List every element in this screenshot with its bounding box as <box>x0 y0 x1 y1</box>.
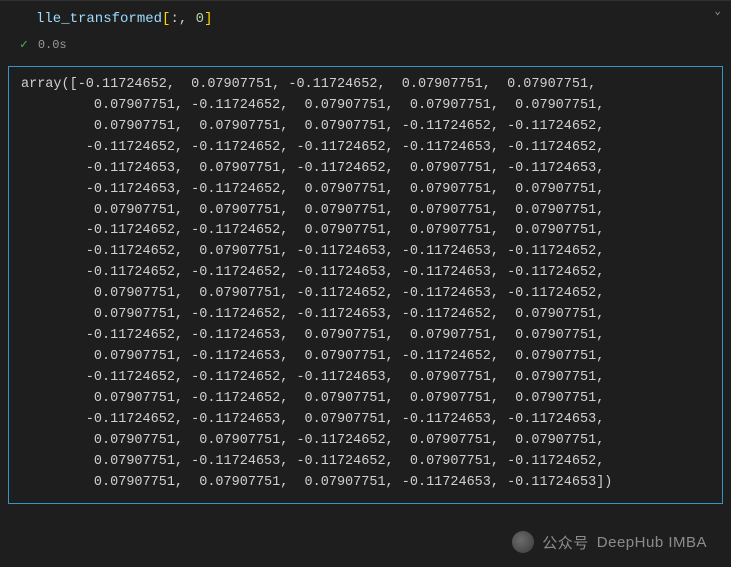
watermark: 公众号 DeepHub IMBA <box>512 531 707 553</box>
slice-colon: : <box>170 11 178 27</box>
code-input[interactable]: lle_transformed[:, 0] <box>0 5 731 33</box>
execution-status: ✓ 0.0s <box>0 33 731 58</box>
execution-time: 0.0s <box>38 38 67 52</box>
wechat-icon <box>512 531 534 553</box>
watermark-name: DeepHub IMBA <box>597 534 707 551</box>
check-icon: ✓ <box>20 37 28 52</box>
column-index: 0 <box>196 11 204 27</box>
collapse-handle-icon[interactable]: ⌄ <box>714 4 721 18</box>
code-variable: lle_transformed <box>36 11 162 27</box>
close-bracket: ] <box>204 11 212 27</box>
code-cell: ⌄ lle_transformed[:, 0] ✓ 0.0s <box>0 0 731 62</box>
watermark-prefix: 公众号 <box>542 532 589 553</box>
comma: , <box>179 11 196 27</box>
cell-output[interactable]: array([-0.11724652, 0.07907751, -0.11724… <box>8 66 723 504</box>
